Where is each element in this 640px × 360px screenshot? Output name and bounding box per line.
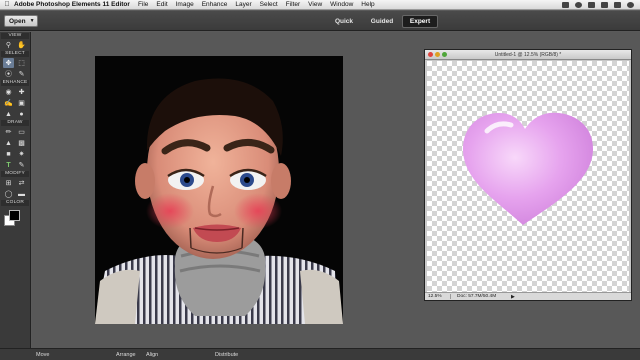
menu-image[interactable]: Image — [176, 1, 194, 8]
paint-bucket-tool-icon[interactable]: ▲ — [3, 138, 14, 148]
menu-layer[interactable]: Layer — [235, 1, 251, 8]
marquee-tool-icon[interactable]: ⬚ — [16, 58, 27, 68]
tool-options-bar: Move Arrange Align Distribute — [0, 348, 640, 360]
battery-icon[interactable] — [614, 1, 621, 8]
smart-brush-tool-icon[interactable]: ✍ — [3, 98, 14, 108]
time-machine-icon[interactable] — [575, 1, 582, 8]
option-distribute[interactable]: Distribute — [215, 352, 238, 358]
menu-filter[interactable]: Filter — [286, 1, 300, 8]
menu-bar:  Adobe Photoshop Elements 11 Editor Fil… — [0, 0, 640, 10]
zoom-window-icon[interactable] — [442, 52, 447, 57]
blur-tool-icon[interactable]: ▲ — [3, 109, 14, 119]
recompose-tool-icon[interactable]: ⇄ — [16, 178, 27, 188]
minimize-window-icon[interactable] — [435, 52, 440, 57]
menu-select[interactable]: Select — [260, 1, 278, 8]
chevron-down-icon: ▼ — [29, 18, 35, 24]
menu-window[interactable]: Window — [330, 1, 353, 8]
mode-expert-tab[interactable]: Expert — [402, 15, 438, 28]
menu-view[interactable]: View — [308, 1, 322, 8]
type-tool-icon[interactable]: T — [3, 160, 14, 170]
document-window: Untitled-1 @ 12.5% (RGB/8) * 12.5% Doc: … — [424, 49, 632, 301]
volume-icon[interactable] — [601, 1, 608, 8]
hand-tool-icon[interactable]: ✋ — [16, 40, 27, 50]
quick-selection-tool-icon[interactable]: ✎ — [16, 69, 27, 79]
status-menu-arrow-icon[interactable]: ▶ — [511, 294, 515, 300]
zoom-tool-icon[interactable]: ⚲ — [3, 40, 14, 50]
section-draw: DRAW — [1, 120, 29, 126]
custom-shape-tool-icon[interactable]: ✷ — [16, 149, 27, 159]
section-view: VIEW — [1, 33, 29, 39]
menu-enhance[interactable]: Enhance — [202, 1, 228, 8]
gradient-tool-icon[interactable]: ▩ — [16, 138, 27, 148]
brush-tool-icon[interactable]: ✏ — [3, 127, 14, 137]
menu-help[interactable]: Help — [361, 1, 374, 8]
apple-menu-icon[interactable]:  — [0, 1, 14, 8]
eraser-tool-icon[interactable]: ▭ — [16, 127, 27, 137]
spotlight-icon[interactable] — [627, 1, 634, 8]
mode-guided-tab[interactable]: Guided — [364, 15, 400, 28]
straighten-tool-icon[interactable]: ▬ — [16, 189, 27, 199]
move-tool-icon[interactable]: ✥ — [3, 58, 14, 68]
section-enhance: ENHANCE — [1, 80, 29, 86]
lasso-tool-icon[interactable]: ⦿ — [3, 69, 14, 79]
option-align[interactable]: Align — [146, 352, 158, 358]
content-aware-move-tool-icon[interactable]: ◯ — [3, 189, 14, 199]
color-swatches — [0, 208, 30, 230]
foreground-color-swatch[interactable] — [9, 210, 20, 221]
mode-quick-tab[interactable]: Quick — [326, 15, 362, 28]
dummy-photo-image — [95, 56, 343, 324]
wifi-icon[interactable] — [588, 1, 595, 8]
window-controls — [428, 52, 447, 57]
section-modify: MODIFY — [1, 171, 29, 177]
clone-stamp-tool-icon[interactable]: ▣ — [16, 98, 27, 108]
open-button-label: Open — [9, 17, 26, 25]
menu-file[interactable]: File — [138, 1, 148, 8]
open-button[interactable]: Open ▼ — [4, 15, 38, 27]
option-move: Move — [36, 352, 50, 358]
tools-panel: VIEW ⚲ ✋ SELECT ✥ ⬚ ⦿ ✎ ENHANCE ◉ ✚ ✍ ▣ … — [0, 32, 31, 348]
document-canvas[interactable] — [427, 61, 629, 293]
section-select: SELECT — [1, 51, 29, 57]
app-name-menu[interactable]: Adobe Photoshop Elements 11 Editor — [14, 1, 130, 8]
crop-tool-icon[interactable]: ⊞ — [3, 178, 14, 188]
zoom-level[interactable]: 12.5% — [425, 294, 451, 299]
document-title: Untitled-1 @ 12.5% (RGB/8) * — [494, 51, 562, 58]
document-title-bar[interactable]: Untitled-1 @ 12.5% (RGB/8) * — [425, 50, 631, 60]
document-status-bar: 12.5% Doc: 57.7M/50.4M ▶ — [425, 292, 631, 300]
option-arrange[interactable]: Arrange — [116, 352, 136, 358]
red-eye-tool-icon[interactable]: ◉ — [3, 87, 14, 97]
menu-edit[interactable]: Edit — [156, 1, 167, 8]
mode-switcher: Quick Guided Expert — [326, 15, 440, 28]
dummy-photo-canvas[interactable] — [95, 56, 343, 324]
bluetooth-icon[interactable] — [562, 1, 569, 8]
eyedropper-tool-icon[interactable]: ✎ — [16, 160, 27, 170]
document-size: Doc: 57.7M/50.4M — [457, 294, 497, 299]
spot-healing-tool-icon[interactable]: ✚ — [16, 87, 27, 97]
shape-tool-icon[interactable]: ■ — [3, 149, 14, 159]
section-color: COLOR — [1, 200, 29, 206]
close-window-icon[interactable] — [428, 52, 433, 57]
app-toolbar: Open ▼ Quick Guided Expert — [0, 11, 640, 31]
sponge-tool-icon[interactable]: ● — [16, 109, 27, 119]
heart-shape-layer — [463, 112, 593, 225]
